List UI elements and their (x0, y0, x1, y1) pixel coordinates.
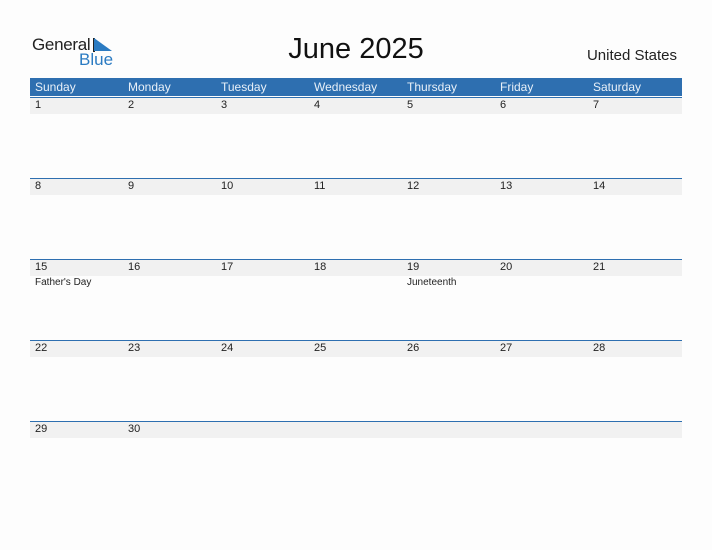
day-number: 26 (407, 342, 420, 354)
day-number: 20 (500, 261, 513, 273)
day-number: 12 (407, 180, 420, 192)
day-number: 19 (407, 261, 420, 273)
day-number: 30 (128, 423, 141, 435)
day-number: 1 (35, 99, 42, 111)
day-number: 3 (221, 99, 228, 111)
day-number: 8 (35, 180, 42, 192)
weekday-wednesday: Wednesday (314, 80, 378, 94)
day-number: 10 (221, 180, 234, 192)
week-row: 22 23 24 25 26 27 28 (30, 340, 682, 421)
weekday-tuesday: Tuesday (221, 80, 267, 94)
day-number: 9 (128, 180, 135, 192)
day-number: 2 (128, 99, 135, 111)
day-number: 13 (500, 180, 513, 192)
day-number: 17 (221, 261, 234, 273)
day-number: 5 (407, 99, 414, 111)
weekday-monday: Monday (128, 80, 171, 94)
day-number: 16 (128, 261, 141, 273)
week-row: 1 2 3 4 5 6 7 (30, 97, 682, 178)
weekday-friday: Friday (500, 80, 534, 94)
week-row: 8 9 10 11 12 13 14 (30, 178, 682, 259)
week-row: 15 Father's Day 16 17 18 19 Juneteenth 20 21 (30, 259, 682, 340)
day-number: 21 (593, 261, 606, 273)
day-number: 29 (35, 423, 48, 435)
weekday-saturday: Saturday (593, 80, 642, 94)
day-number: 27 (500, 342, 513, 354)
holiday-label: Father's Day (35, 277, 92, 288)
day-number: 14 (593, 180, 606, 192)
weekday-header: Sunday Monday Tuesday Wednesday Thursday… (30, 78, 682, 96)
country-label: United States (586, 47, 677, 64)
day-number: 15 (35, 261, 48, 273)
weekday-thursday: Thursday (407, 80, 458, 94)
day-number: 6 (500, 99, 507, 111)
day-number: 11 (314, 180, 326, 192)
day-number: 4 (314, 99, 321, 111)
day-number: 23 (128, 342, 141, 354)
day-number: 7 (593, 99, 600, 111)
week-row: 29 30 (30, 421, 682, 502)
weekday-sunday: Sunday (35, 80, 76, 94)
day-number: 24 (221, 342, 234, 354)
day-number: 22 (35, 342, 48, 354)
day-number: 25 (314, 342, 327, 354)
holiday-label: Juneteenth (407, 277, 457, 288)
day-number: 28 (593, 342, 606, 354)
day-number: 18 (314, 261, 327, 273)
